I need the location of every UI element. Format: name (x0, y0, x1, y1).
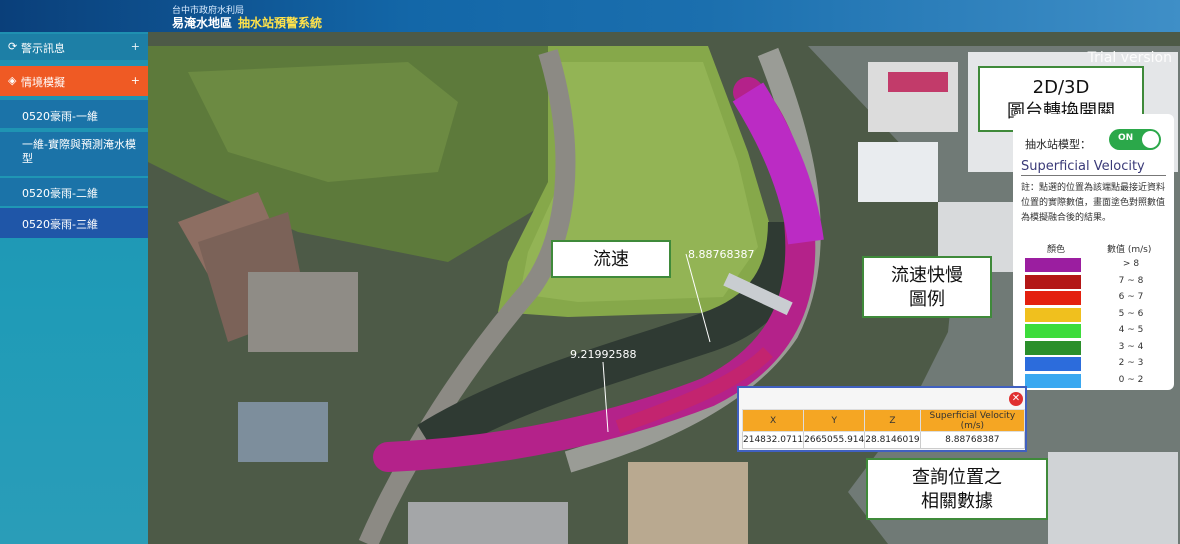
velocity-legend-panel: 抽水站模型： ON Superficial Velocity 註：點選的位置為該… (1013, 114, 1174, 390)
legend-range: 5 ~ 6 (1118, 308, 1144, 319)
col-header-velocity: Superficial Velocity (m/s) (919, 409, 1026, 432)
diamond-icon: ◈ (8, 74, 17, 87)
sidebar-subitem-label: 0520豪雨-一維 (22, 110, 98, 123)
legend-range: 6 ~ 7 (1118, 292, 1144, 302)
sidebar: ⟳ 警示訊息 + ◈ 情境模擬 + 0520豪雨-一維 一維-實際與預測淹水模型… (0, 0, 148, 544)
callout-text: 流速 (593, 249, 629, 270)
sidebar-item-scenario[interactable]: ◈ 情境模擬 + (0, 66, 148, 96)
legend-range: 2 ~ 3 (1118, 358, 1144, 368)
legend-range: 3 ~ 4 (1118, 341, 1144, 352)
sidebar-subitem-label: 一維-實際與預測淹水模型 (22, 138, 136, 165)
callout-query: 查詢位置之 相關數據 (866, 458, 1048, 520)
sidebar-subitem-2d[interactable]: 0520豪雨-二維 (0, 178, 148, 206)
callout-text: 查詢位置之 (912, 467, 1002, 488)
legend-swatch (1025, 258, 1081, 272)
legend-title: Superficial Velocity (1021, 159, 1145, 174)
close-icon[interactable]: ✕ (1009, 392, 1023, 406)
expand-icon[interactable]: + (131, 40, 140, 53)
callout-legend: 流速快慢 圖例 (862, 256, 992, 318)
callout-text: 圖例 (909, 289, 945, 310)
sidebar-subitem-1d-model[interactable]: 一維-實際與預測淹水模型 (0, 132, 148, 176)
legend-swatch (1025, 274, 1081, 289)
query-result-table: X Y Z Superficial Velocity (m/s) 214832.… (741, 409, 1026, 449)
table-row: 214832.0711 2665055.914 28.8146019 8.887… (741, 431, 1026, 449)
map-3d-viewport[interactable]: Trial version 8.88768387 9.21992588 流速 2… (148, 32, 1180, 544)
sidebar-subitem-label: 0520豪雨-三維 (22, 218, 98, 231)
callout-text: 相關數據 (921, 491, 993, 512)
app-title: 易淹水地區 抽水站預警系統 (172, 14, 322, 31)
pump-model-label: 抽水站模型： (1025, 138, 1091, 151)
col-header-x: X (741, 409, 805, 432)
sidebar-item-label: 情境模擬 (21, 76, 65, 89)
toggle-knob (1142, 131, 1159, 148)
legend-note: 註：點選的位置為該端點最接近資料位置的實際數值，畫面塗色對照數值為模擬融合後的結… (1021, 183, 1166, 223)
legend-swatch (1025, 340, 1081, 355)
callout-text: 2D/3D (1032, 77, 1090, 98)
cell-x: 214832.0711 (741, 431, 805, 449)
expand-icon[interactable]: + (131, 74, 140, 87)
col-header-z: Z (864, 409, 921, 432)
legend-range: 4 ~ 5 (1118, 325, 1144, 335)
toggle-text: ON (1118, 133, 1134, 143)
sidebar-subitem-1d[interactable]: 0520豪雨-一維 (0, 100, 148, 128)
legend-swatch (1025, 291, 1081, 305)
cell-z: 28.8146019 (864, 431, 921, 449)
velocity-value-tag: 8.88768387 (688, 248, 755, 261)
refresh-icon: ⟳ (8, 40, 18, 53)
legend-col-value: 數值 (m/s) (1107, 245, 1152, 255)
query-result-panel: ✕ X Y Z Superficial Velocity (m/s) 21483… (737, 386, 1027, 452)
legend-swatch (1025, 373, 1081, 388)
divider (1021, 175, 1166, 176)
sidebar-subitem-3d[interactable]: 0520豪雨-三維 (0, 208, 148, 238)
col-header-y: Y (803, 409, 866, 432)
sidebar-item-alerts[interactable]: ⟳ 警示訊息 + (0, 34, 148, 60)
legend-range: > 8 (1122, 259, 1140, 269)
legend-swatch (1025, 357, 1081, 371)
callout-text: 流速快慢 (891, 265, 963, 286)
pump-model-toggle[interactable]: ON (1109, 129, 1161, 150)
cell-velocity: 8.88768387 (919, 431, 1026, 449)
legend-swatch (1025, 307, 1081, 322)
cell-y: 2665055.914 (803, 431, 866, 449)
legend-range: 0 ~ 2 (1118, 374, 1144, 385)
app-title-main: 易淹水地區 (172, 16, 233, 30)
sidebar-item-label: 警示訊息 (21, 42, 65, 55)
app-header: 台中市政府水利局 易淹水地區 抽水站預警系統 (0, 0, 1180, 32)
legend-range: 7 ~ 8 (1118, 275, 1144, 286)
trial-watermark: Trial version (1087, 50, 1172, 66)
sidebar-subitem-label: 0520豪雨-二維 (22, 187, 98, 200)
legend-col-color: 顏色 (1047, 245, 1066, 255)
callout-speed: 流速 (551, 240, 671, 278)
velocity-value-tag: 9.21992588 (570, 348, 637, 361)
app-title-accent: 抽水站預警系統 (238, 16, 323, 30)
legend-swatch (1025, 324, 1081, 338)
